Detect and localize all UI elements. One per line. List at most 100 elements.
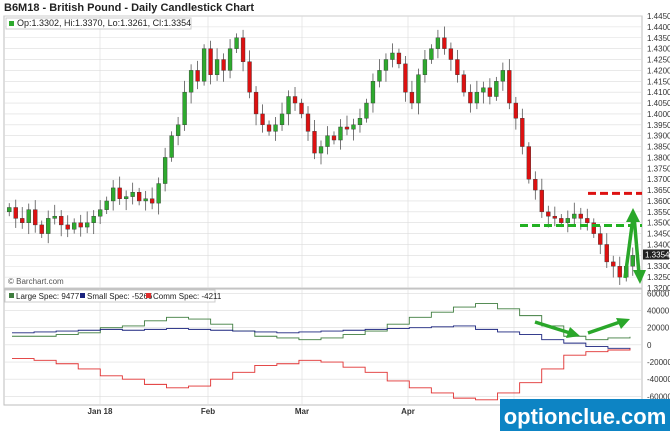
candle-down (149, 198, 155, 204)
price-tick-label: 1.4400 (647, 23, 670, 32)
candle-up (494, 81, 499, 97)
price-tick-label: 1.3650 (647, 186, 670, 195)
candle-down (292, 96, 298, 104)
candle-down (65, 224, 70, 230)
candle-down (520, 118, 525, 147)
candle-up (72, 222, 77, 230)
candle-up (279, 113, 285, 125)
candle-up (351, 124, 356, 130)
price-tick-label: 1.4100 (647, 88, 670, 97)
candle-up (169, 135, 174, 158)
cot-tick-label: 60000 (647, 289, 670, 298)
candle-up (214, 59, 220, 75)
candle-up (422, 59, 428, 75)
candle-down (247, 61, 252, 93)
legend-swatch (80, 293, 85, 298)
price-tick-label: 1.3850 (647, 143, 670, 152)
candle-up (104, 200, 109, 210)
candle-down (260, 113, 265, 125)
price-tick-label: 1.4450 (647, 12, 670, 21)
candle-down (487, 87, 493, 97)
candle-down (208, 48, 213, 75)
candle-up (325, 135, 330, 147)
candle-up (318, 146, 324, 154)
x-tick-label: Apr (401, 407, 415, 416)
candle-down (617, 266, 622, 278)
candle-up (130, 192, 135, 197)
candle-up (565, 218, 570, 223)
candle-up (85, 222, 90, 228)
candle-down (468, 91, 473, 104)
candle-down (526, 146, 531, 180)
chart-title: B6M18 - British Pound - Daily Candlestic… (4, 2, 254, 14)
candle-up (630, 255, 635, 267)
candle-down (513, 102, 518, 119)
candle-up (273, 124, 278, 132)
candle-up (390, 52, 395, 60)
candle-up (377, 70, 382, 82)
candle-up (182, 91, 187, 126)
candle-down (344, 126, 350, 130)
candle-down (13, 207, 18, 219)
price-tick-label: 1.3900 (647, 132, 670, 141)
candle-down (299, 102, 304, 115)
candle-up (383, 59, 389, 71)
legend-swatch (9, 293, 14, 298)
candle-up (227, 48, 233, 71)
candle-down (266, 124, 272, 132)
candle-up (124, 196, 129, 199)
candle-down (117, 187, 122, 199)
candle-up (175, 124, 181, 136)
price-tick-label: 1.4000 (647, 110, 670, 119)
candle-up (474, 91, 480, 104)
candle-up (26, 209, 31, 223)
legend-entry: Small Spec: -5266 (87, 292, 153, 301)
price-tick-label: 1.3800 (647, 153, 670, 162)
candle-down (539, 189, 544, 213)
candle-down (507, 70, 512, 104)
candle-down (396, 52, 402, 65)
candle-down (253, 91, 259, 115)
price-tick-label: 1.4200 (647, 66, 670, 75)
chart-credit: © Barchart.com (8, 277, 64, 286)
candle-down (578, 213, 583, 219)
candle-up (111, 187, 116, 202)
candle-down (448, 48, 454, 60)
price-tick-label: 1.4150 (647, 77, 670, 86)
candle-down (33, 209, 38, 226)
price-tick-label: 1.3550 (647, 208, 670, 217)
price-tick-label: 1.3450 (647, 230, 670, 239)
price-tick-label: 1.3250 (647, 273, 670, 282)
candle-down (598, 233, 603, 245)
candle-down (546, 211, 551, 217)
cot-tick-label: -20000 (647, 358, 670, 367)
candle-down (331, 135, 337, 141)
cot-tick-label: 40000 (647, 306, 670, 315)
candle-up (162, 157, 168, 184)
candle-down (195, 70, 200, 82)
price-tick-label: 1.4250 (647, 56, 670, 65)
candle-down (403, 63, 408, 93)
x-tick-label: Jan 18 (88, 407, 113, 416)
candle-down (78, 222, 83, 228)
cot-tick-label: -40000 (647, 375, 670, 384)
cot-legend: Large Spec: 9477 Small Spec: -5266 Comm Sp… (4, 289, 222, 303)
price-tick-label: 1.3400 (647, 240, 670, 249)
x-tick-label: Feb (201, 407, 215, 416)
candle-up (286, 96, 291, 115)
candle-up (481, 87, 486, 93)
candle-down (604, 244, 609, 263)
candle-down (136, 192, 142, 202)
price-tick-label: 1.3500 (647, 219, 670, 228)
candle-up (435, 37, 441, 49)
candle-down (611, 261, 616, 267)
chart-canvas: B6M18 - British Pound - Daily Candlestic… (3, 2, 670, 431)
last-price-label: 1.3354 (645, 250, 670, 259)
candle-up (201, 48, 207, 82)
price-tick-label: 1.3700 (647, 175, 670, 184)
candle-down (442, 37, 447, 49)
price-axis: 1.4450 1.4400 1.4350 1.4300 1.42501.4200 1.41… (643, 12, 670, 293)
price-tick-label: 1.3600 (647, 197, 670, 206)
candle-down (221, 59, 226, 71)
candle-up (156, 183, 161, 204)
